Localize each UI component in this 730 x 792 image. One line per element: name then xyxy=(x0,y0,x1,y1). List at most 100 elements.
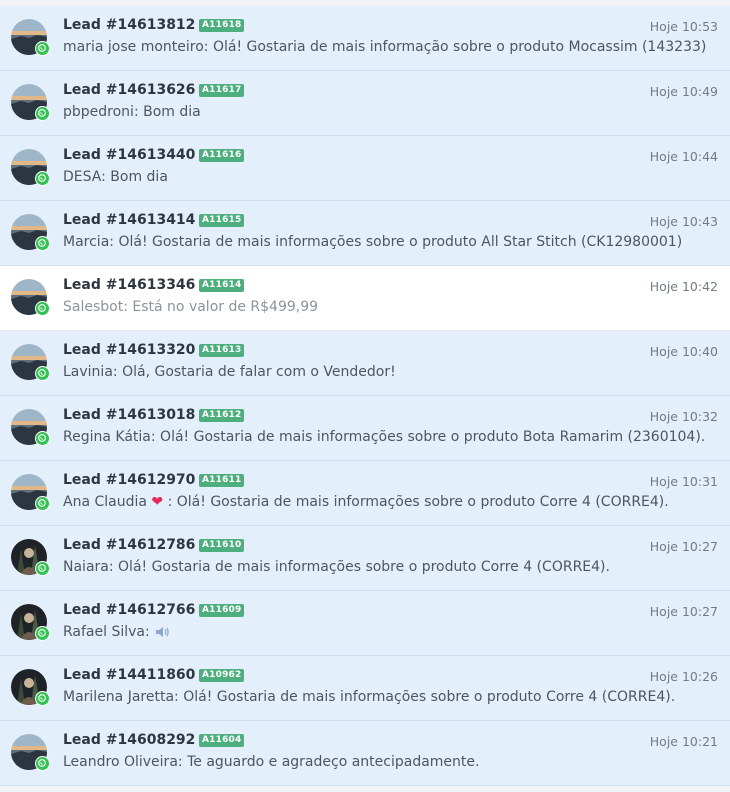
message-text: Olá! Gostaria de mais informações sobre … xyxy=(118,234,683,250)
speaker-icon xyxy=(156,627,169,637)
whatsapp-icon xyxy=(35,106,50,121)
lead-title[interactable]: Lead #14612970 xyxy=(63,472,195,488)
lead-tag-badge: A11612 xyxy=(199,409,245,422)
whatsapp-icon xyxy=(35,171,50,186)
lead-title[interactable]: Lead #14613018 xyxy=(63,407,195,423)
lead-row[interactable]: Lead #14613414 A11615 Hoje 10:43 Marcia:… xyxy=(0,201,730,266)
message-preview: DESA: Bom dia xyxy=(63,169,168,185)
message-time: Hoje 10:43 xyxy=(649,214,718,229)
message-preview: Regina Kátia: Olá! Gostaria de mais info… xyxy=(63,429,706,445)
message-time: Hoje 10:26 xyxy=(649,669,718,684)
sender-name: Naiara xyxy=(63,559,109,575)
lead-row[interactable]: Lead #14411860 A10962 Hoje 10:26 Marilen… xyxy=(0,656,730,721)
lead-row[interactable]: Lead #14613320 A11613 Hoje 10:40 Lavinia… xyxy=(0,331,730,396)
message-text: Olá! Gostaria de mais informações sobre … xyxy=(160,429,706,445)
whatsapp-icon xyxy=(35,366,50,381)
message-preview: Naiara: Olá! Gostaria de mais informaçõe… xyxy=(63,559,610,575)
lead-title[interactable]: Lead #14612786 xyxy=(63,537,195,553)
whatsapp-icon xyxy=(35,561,50,576)
whatsapp-icon xyxy=(35,756,50,771)
lead-title[interactable]: Lead #14613320 xyxy=(63,342,195,358)
lead-title[interactable]: Lead #14613440 xyxy=(63,147,195,163)
lead-row[interactable]: Lead #14613346 A11614 Hoje 10:42 Salesbo… xyxy=(0,266,730,331)
message-preview: maria jose monteiro: Olá! Gostaria de ma… xyxy=(63,39,707,55)
lead-tag-badge: A10962 xyxy=(199,669,245,682)
lead-tag-badge: A11614 xyxy=(199,279,245,292)
message-time: Hoje 10:27 xyxy=(649,539,718,554)
whatsapp-icon xyxy=(35,41,50,56)
lead-tag-badge: A11611 xyxy=(199,474,245,487)
contact-avatar xyxy=(11,19,50,56)
message-time: Hoje 10:32 xyxy=(649,409,718,424)
contact-avatar xyxy=(11,409,50,446)
message-text: Bom dia xyxy=(110,169,168,185)
message-time: Hoje 10:44 xyxy=(649,149,718,164)
message-time: Hoje 10:42 xyxy=(649,279,718,294)
sender-name: pbpedroni xyxy=(63,104,134,120)
lead-title[interactable]: Lead #14613812 xyxy=(63,17,195,33)
lead-title[interactable]: Lead #14613414 xyxy=(63,212,195,228)
message-time: Hoje 10:49 xyxy=(649,84,718,99)
message-time: Hoje 10:27 xyxy=(649,604,718,619)
message-preview: Salesbot: Está no valor de R$499,99 xyxy=(63,299,319,315)
lead-row[interactable]: Lead #14612766 A11609 Hoje 10:27 Rafael … xyxy=(0,591,730,656)
sender-name: DESA xyxy=(63,169,102,185)
lead-row[interactable]: Lead #14612970 A11611 Hoje 10:31 Ana Cla… xyxy=(0,461,730,526)
whatsapp-icon xyxy=(35,236,50,251)
message-text: Está no valor de R$499,99 xyxy=(132,299,319,315)
lead-title[interactable]: Lead #14608292 xyxy=(63,732,195,748)
contact-avatar xyxy=(11,84,50,121)
contact-avatar xyxy=(11,734,50,771)
sender-name: Marcia xyxy=(63,234,110,250)
message-text: Bom dia xyxy=(143,104,201,120)
lead-tag-badge: A11610 xyxy=(199,539,245,552)
lead-tag-badge: A11618 xyxy=(199,19,245,32)
message-preview: Marcia: Olá! Gostaria de mais informaçõe… xyxy=(63,234,683,250)
message-preview: Rafael Silva: xyxy=(63,624,170,640)
lead-row[interactable]: Lead #14613812 A11618 Hoje 10:53 maria j… xyxy=(0,6,730,71)
contact-avatar xyxy=(11,344,50,381)
message-time: Hoje 10:53 xyxy=(649,19,718,34)
sender-name: Lavinia xyxy=(63,364,113,380)
message-text: Olá! Gostaria de mais informações sobre … xyxy=(118,559,610,575)
sender-name: Ana Claudia xyxy=(63,494,147,510)
message-preview: pbpedroni: Bom dia xyxy=(63,104,201,120)
message-text: Te aguardo e agradeço antecipadamente. xyxy=(187,754,480,770)
lead-row[interactable]: Lead #14613626 A11617 Hoje 10:49 pbpedro… xyxy=(0,71,730,136)
heart-icon: ❤ xyxy=(151,494,164,510)
lead-tag-badge: A11615 xyxy=(199,214,245,227)
sender-name: Rafael Silva xyxy=(63,624,145,640)
sender-name: Salesbot xyxy=(63,299,124,315)
lead-tag-badge: A11609 xyxy=(199,604,245,617)
lead-message-list: Lead #14613812 A11618 Hoje 10:53 maria j… xyxy=(0,6,730,786)
sender-name: Regina Kátia xyxy=(63,429,151,445)
message-text: Olá! Gostaria de mais informações sobre … xyxy=(183,689,676,705)
contact-avatar xyxy=(11,279,50,316)
message-preview: Lavinia: Olá, Gostaria de falar com o Ve… xyxy=(63,364,396,380)
lead-title[interactable]: Lead #14613626 xyxy=(63,82,195,98)
lead-row[interactable]: Lead #14612786 A11610 Hoje 10:27 Naiara:… xyxy=(0,526,730,591)
lead-title[interactable]: Lead #14411860 xyxy=(63,667,195,683)
lead-row[interactable]: Lead #14613018 A11612 Hoje 10:32 Regina … xyxy=(0,396,730,461)
whatsapp-icon xyxy=(35,691,50,706)
lead-title[interactable]: Lead #14613346 xyxy=(63,277,195,293)
lead-tag-badge: A11617 xyxy=(199,84,245,97)
whatsapp-icon xyxy=(35,431,50,446)
sender-name: Marilena Jaretta xyxy=(63,689,175,705)
message-text: Olá, Gostaria de falar com o Vendedor! xyxy=(122,364,396,380)
lead-tag-badge: A11613 xyxy=(199,344,245,357)
contact-avatar xyxy=(11,149,50,186)
lead-row[interactable]: Lead #14613440 A11616 Hoje 10:44 DESA: B… xyxy=(0,136,730,201)
message-time: Hoje 10:40 xyxy=(649,344,718,359)
sender-name: maria jose monteiro xyxy=(63,39,204,55)
contact-avatar xyxy=(11,474,50,511)
message-text: Olá! Gostaria de mais informações sobre … xyxy=(176,494,669,510)
message-preview: Marilena Jaretta: Olá! Gostaria de mais … xyxy=(63,689,676,705)
message-preview: Ana Claudia ❤ : Olá! Gostaria de mais in… xyxy=(63,494,669,510)
message-time: Hoje 10:21 xyxy=(649,734,718,749)
whatsapp-icon xyxy=(35,301,50,316)
message-preview: Leandro Oliveira: Te aguardo e agradeço … xyxy=(63,754,480,770)
lead-row[interactable]: Lead #14608292 A11604 Hoje 10:21 Leandro… xyxy=(0,721,730,786)
lead-title[interactable]: Lead #14612766 xyxy=(63,602,195,618)
lead-tag-badge: A11616 xyxy=(199,149,245,162)
